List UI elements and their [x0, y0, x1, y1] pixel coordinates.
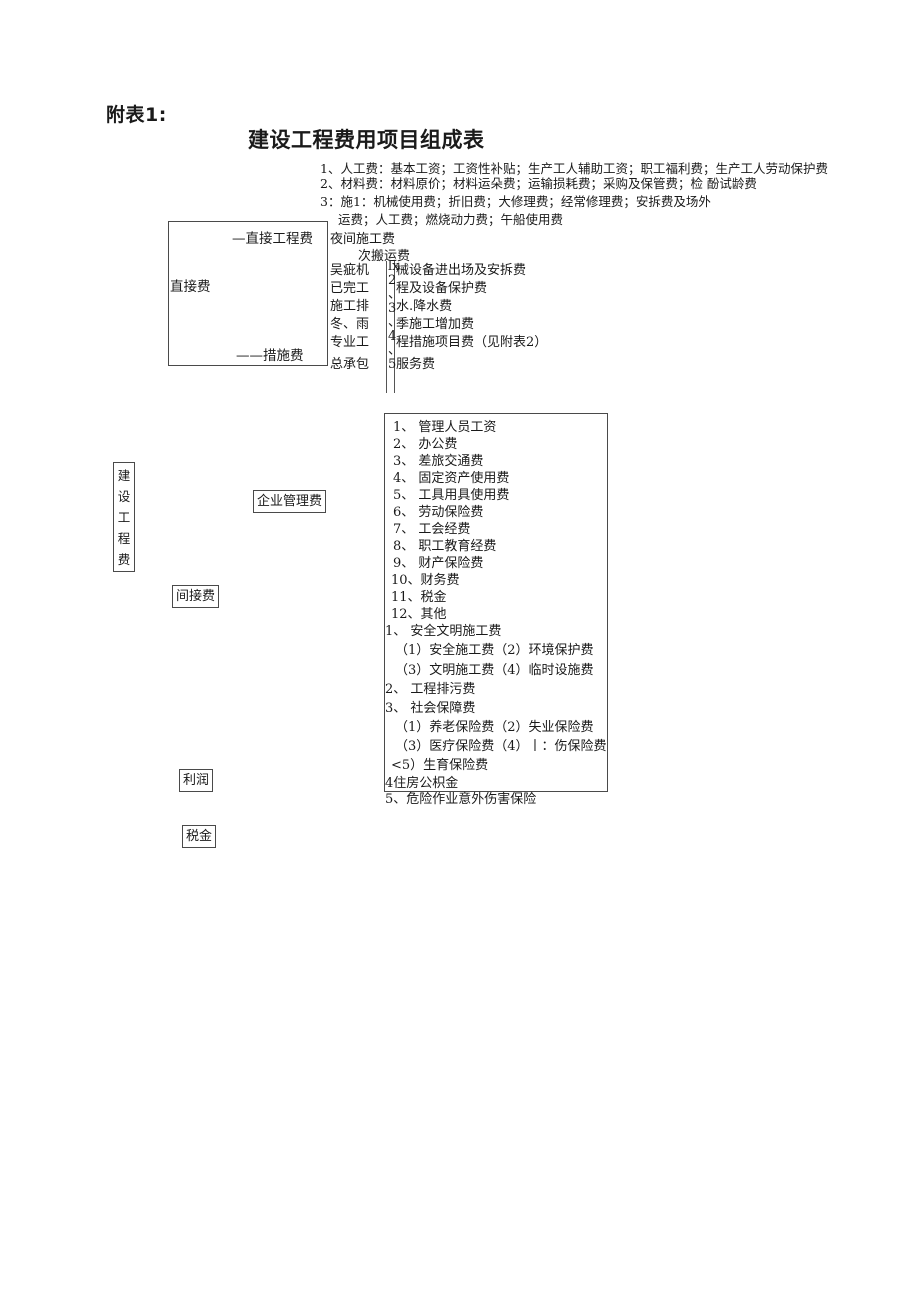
page-title: 建设工程费用项目组成表: [248, 128, 485, 152]
measure-item-left: 总承包: [330, 357, 370, 372]
management-item: 6、 劳动保险费: [393, 505, 484, 520]
definition-line-labor: 1、人工费：基本工资；工资性补贴；生产工人辅助工资；职工福利费；生产工人劳动保护…: [320, 161, 828, 176]
management-item: 8、 职工教育经费: [393, 539, 497, 554]
project-cost-char: 设: [117, 489, 131, 504]
fee-item: （1）养老保险费（2）失业保险费: [395, 720, 594, 735]
management-item: 1、 管理人员工资: [393, 420, 497, 435]
tax-box: 税金: [182, 825, 217, 848]
direct-engineering-cost-label: —直接工程费: [232, 231, 313, 247]
measure-item-right: 水.降水费: [396, 299, 453, 314]
fee-item: 4住房公枳金: [385, 776, 459, 791]
fee-item: （3）医疗保险费（4）丨：伤保险费: [395, 739, 607, 754]
measure-item-left: 施工排: [330, 299, 370, 314]
project-cost-char: 程: [117, 531, 131, 546]
definition-line-machinery: 3：施1：机械使用费；折旧费；大修理费；经常修理费；安拆费及场外: [320, 194, 711, 209]
measure-item-right: 季施工增加费: [396, 317, 475, 332]
measure-item-right-column: 械设备进出场及安拆费 程及设备保护费 水.降水费 季施工增加费 程措施项目费（见…: [396, 262, 547, 374]
measure-item-right: 程措施项目费（见附表2）: [396, 335, 548, 350]
fee-item: （1）安全施工费（2）环境保护费: [395, 643, 594, 658]
project-cost-box: 建 设 工 程 费: [113, 462, 135, 572]
measure-item-right: 程及设备保护费: [396, 281, 488, 296]
management-item: 3、 差旅交通费: [393, 454, 484, 469]
measure-item-left: 已完工: [330, 281, 370, 296]
project-cost-char: 工: [117, 510, 131, 525]
management-item: 9、 财产保险费: [393, 556, 484, 571]
fee-item: 1、 安全文明施工费: [385, 624, 502, 639]
project-cost-char: 建: [117, 468, 131, 483]
fee-item: （3）文明施工费（4）临时设施费: [395, 663, 594, 678]
profit-box: 利润: [179, 769, 214, 792]
project-cost-char: 费: [117, 552, 131, 567]
management-item: 4、 固定资产使用费: [393, 471, 510, 486]
management-item: 2、 办公费: [393, 437, 458, 452]
measure-item-left-column: 吴疵机 已完工 施工排 冬、雨 专业工 总承包: [330, 262, 369, 374]
fee-item: 2、 工程排污费: [385, 682, 476, 697]
management-item: 10、财务费: [391, 573, 460, 588]
measure-fee-label: ——措施费: [236, 348, 304, 364]
definition-line-material: 2、材料费：材料原价；材料运朵费；运输损耗费；采购及保管费；检 酚试龄费: [320, 176, 757, 191]
fee-item: <5）生育保险费: [391, 758, 489, 773]
measure-item-left: 专业工: [330, 335, 370, 350]
vertical-rule-left: [386, 261, 387, 393]
direct-cost-label: 直接费: [170, 279, 211, 295]
measure-item-left: 冬、雨: [330, 317, 370, 332]
management-item: 5、 工具用具使用费: [393, 488, 510, 503]
measure-item-right: 服务费: [396, 357, 436, 372]
management-item: 12、其他: [391, 607, 447, 622]
detail-items-box: 1、 管理人员工资 2、 办公费 3、 差旅交通费 4、 固定资产使用费 5、 …: [384, 413, 608, 807]
fee-item: 5、危险作业意外伤害保险: [385, 792, 537, 807]
definition-line-machinery-cont: 运费；人工费；燃烧动力费；午船使用费: [338, 212, 564, 227]
measure-item-right: 械设备进出场及安拆费: [396, 263, 527, 278]
attachment-label: 附表1:: [106, 104, 167, 126]
management-item: 7、 工会经费: [393, 522, 471, 537]
fee-item: 3、 社会保障费: [385, 701, 476, 716]
enterprise-management-fee-box: 企业管理费: [253, 490, 327, 513]
indirect-cost-box: 间接费: [172, 585, 220, 608]
document-page: 附表1: 建设工程费用项目组成表 1、人工费：基本工资；工资性补贴；生产工人辅助…: [0, 0, 920, 1301]
measure-item-left: 吴疵机: [330, 263, 370, 278]
management-item: 11、税金: [391, 590, 447, 605]
